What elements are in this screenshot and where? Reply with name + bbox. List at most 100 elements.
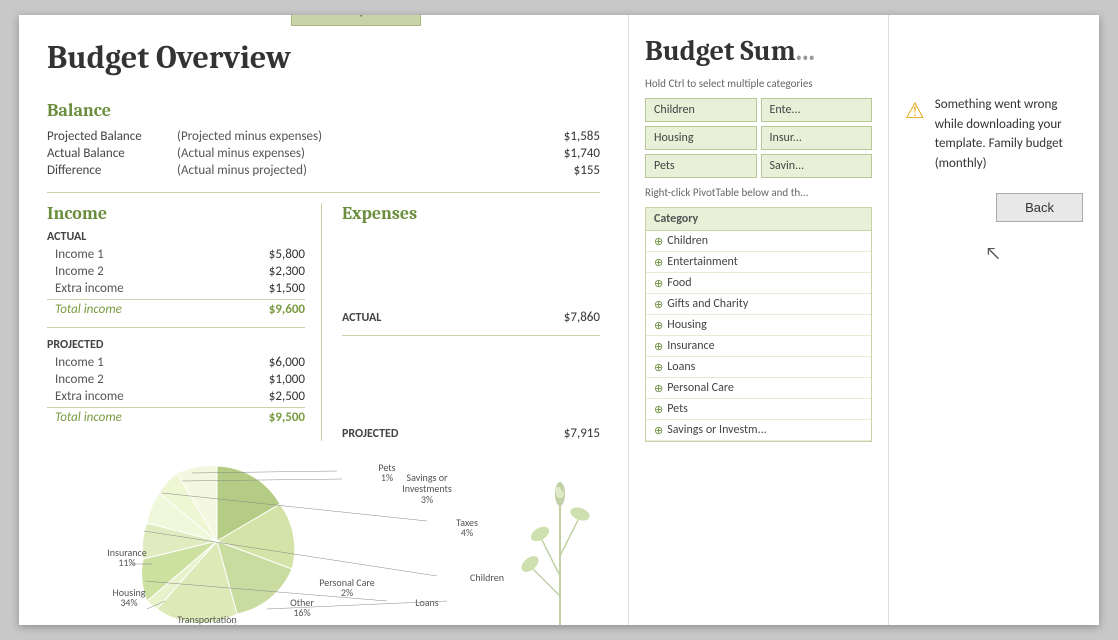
expand-personal-care-icon: ⊕ [654,382,663,395]
svg-text:11%: 11% [118,556,135,569]
income-projected-row-1: Income 1 $6,000 [47,355,305,370]
income-projected-total-row: Total income $9,500 [47,407,305,425]
error-panel: ⚠ Something went wrong while downloading… [889,15,1099,625]
balance-diff-desc: (Actual minus projected) [177,163,530,178]
income-projected-row-3: Extra income $2,500 [47,389,305,404]
expand-food-icon: ⊕ [654,277,663,290]
right-click-hint: Right-click PivotTable below and th... [645,186,872,199]
pivot-item-entertainment-label: Entertainment [667,255,738,269]
svg-text:Transportation: Transportation [177,613,237,625]
pivot-item-personal-care: ⊕ Personal Care [646,378,871,399]
svg-text:34%: 34% [120,596,137,609]
ctrl-hint: Hold Ctrl to select multiple categories [645,77,872,90]
expenses-projected-row: PROJECTED $7,915 [342,426,600,441]
warning-icon: ⚠ [905,97,925,124]
expand-gifts-icon: ⊕ [654,298,663,311]
income-actual-total-amount: $9,600 [245,302,305,317]
pivot-item-savings-label: Savings or Investm... [667,423,766,437]
income-projected-row-2: Income 2 $1,000 [47,372,305,387]
expand-loans-icon: ⊕ [654,361,663,374]
pivot-item-insurance: ⊕ Insurance [646,336,871,357]
budget-summary-panel: Budget Sum... Hold Ctrl to select multip… [629,15,889,625]
category-chip-savin[interactable]: Savin... [761,154,873,178]
income-actual-item-3-amount: $1,500 [245,281,305,296]
category-chip-pets[interactable]: Pets [645,154,757,178]
svg-text:4%: 4% [461,526,473,539]
balance-section: Balance Projected Balance (Projected min… [47,100,600,178]
pivot-item-food-label: Food [667,276,691,290]
category-grid: Children Ente... Housing Insur... Pets S… [645,98,872,178]
svg-text:Children: Children [470,571,504,584]
category-chip-housing[interactable]: Housing [645,126,757,150]
expenses-actual-amount: $7,860 [564,310,600,325]
enter-expenses-button[interactable]: Enter Expenses [291,15,421,26]
income-projected-item-2-name: Income 2 [47,372,245,387]
chart-area: Housing 34% Insurance 11% Transportation… [47,451,600,625]
expenses-actual-row: ACTUAL $7,860 [342,310,600,325]
balance-actual-label: Actual Balance [47,146,177,161]
income-actual-item-1-amount: $5,800 [245,247,305,262]
income-expenses-section: Income ACTUAL Income 1 $5,800 Income 2 $… [47,203,600,441]
category-chip-insur[interactable]: Insur... [761,126,873,150]
budget-summary-title: Budget Sum... [645,35,872,67]
back-button[interactable]: Back [996,193,1083,222]
balance-row-actual: Actual Balance (Actual minus expenses) $… [47,146,600,161]
category-chip-ente[interactable]: Ente... [761,98,873,122]
svg-text:3%: 3% [421,493,433,506]
income-actual-total-row: Total income $9,600 [47,299,305,317]
pivot-item-housing: ⊕ Housing [646,315,871,336]
income-actual-row-1: Income 1 $5,800 [47,247,305,262]
svg-text:1%: 1% [381,471,393,484]
income-actual-item-2-amount: $2,300 [245,264,305,279]
income-actual-row-3: Extra income $1,500 [47,281,305,296]
pivot-header: Category [646,208,871,231]
right-content: Budget Sum... Hold Ctrl to select multip… [629,15,1099,625]
balance-projected-desc: (Projected minus expenses) [177,129,530,144]
balance-projected-label: Projected Balance [47,129,177,144]
balance-actual-amount: $1,740 [530,146,600,161]
balance-actual-desc: (Actual minus expenses) [177,146,530,161]
error-content: ⚠ Something went wrong while downloading… [905,95,1083,173]
income-projected-block: PROJECTED Income 1 $6,000 Income 2 $1,00… [47,338,305,425]
pivot-item-pets: ⊕ Pets [646,399,871,420]
income-actual-item-2-name: Income 2 [47,264,245,279]
pivot-item-savings: ⊕ Savings or Investm... [646,420,871,441]
expand-entertainment-icon: ⊕ [654,256,663,269]
pivot-item-children: ⊕ Children [646,231,871,252]
expenses-actual-label: ACTUAL [342,311,381,325]
expenses-title: Expenses [342,203,600,224]
expenses-projected-label: PROJECTED [342,427,398,441]
pivot-item-children-label: Children [667,234,708,248]
pivot-item-loans-label: Loans [667,360,695,374]
pivot-item-personal-care-label: Personal Care [667,381,734,395]
income-actual-row-2: Income 2 $2,300 [47,264,305,279]
expand-housing-icon: ⊕ [654,319,663,332]
balance-title: Balance [47,100,600,121]
cursor-icon: ↖ [985,242,1001,264]
left-panel: Budget Overview Enter Expenses Balance P… [19,15,629,625]
category-chip-children[interactable]: Children [645,98,757,122]
balance-diff-label: Difference [47,163,177,178]
pivot-item-housing-label: Housing [667,318,707,332]
pivot-item-insurance-label: Insurance [667,339,714,353]
expand-insurance-icon: ⊕ [654,340,663,353]
plant-decoration [520,456,600,625]
expand-children-icon: ⊕ [654,235,663,248]
income-actual-item-1-name: Income 1 [47,247,245,262]
income-projected-item-1-name: Income 1 [47,355,245,370]
income-title: Income [47,203,305,224]
right-panel: Budget Sum... Hold Ctrl to select multip… [629,15,1099,625]
income-actual-item-3-name: Extra income [47,281,245,296]
income-projected-item-2-amount: $1,000 [245,372,305,387]
income-projected-item-3-amount: $2,500 [245,389,305,404]
pivot-item-loans: ⊕ Loans [646,357,871,378]
balance-projected-amount: $1,585 [530,129,600,144]
expand-savings-icon: ⊕ [654,424,663,437]
income-projected-label: PROJECTED [47,338,305,352]
income-actual-block: ACTUAL Income 1 $5,800 Income 2 $2,300 E… [47,230,305,317]
balance-row-projected: Projected Balance (Projected minus expen… [47,129,600,144]
error-message: Something went wrong while downloading y… [935,95,1083,173]
page-title: Budget Overview [47,39,291,76]
pivot-item-gifts-label: Gifts and Charity [667,297,748,311]
svg-text:2%: 2% [341,586,353,599]
